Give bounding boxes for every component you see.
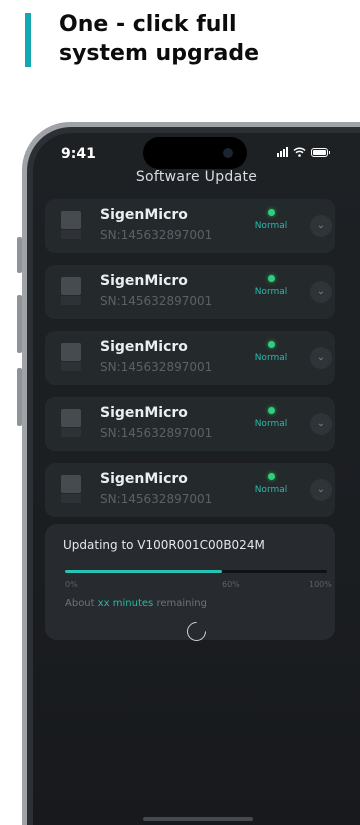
device-name: SigenMicro (100, 207, 188, 223)
phone-screen: 9:41 Software Update SigenMicro SN:14563… (33, 133, 360, 825)
progress-bar (65, 570, 327, 573)
remaining-suffix: remaining (156, 598, 207, 609)
screen-title: Software Update (135, 169, 258, 185)
phone-bezel: 9:41 Software Update SigenMicro SN:14563… (27, 127, 360, 825)
chevron-down-icon[interactable]: ⌄ (310, 479, 332, 501)
status-dot-icon (267, 407, 275, 414)
camera-icon (223, 148, 233, 158)
status-time: 9:41 (61, 146, 96, 162)
device-icon (61, 475, 81, 503)
wifi-icon (293, 147, 306, 157)
status-indicator: Normal (251, 209, 291, 231)
device-name: SigenMicro (100, 339, 188, 355)
progress-label-current: 60% (222, 580, 240, 589)
progress-label-end: 100% (309, 580, 332, 589)
device-name: SigenMicro (100, 405, 188, 421)
remaining-duration: xx minutes (97, 598, 154, 609)
status-dot-icon (267, 341, 275, 348)
update-version-text: Updating to V100R001C00B024M (63, 538, 265, 552)
time-remaining: About xx minutes remaining (65, 598, 207, 609)
device-card[interactable]: SigenMicro SN:145632897001 Normal ⌄ (45, 331, 335, 385)
device-serial: SN:145632897001 (100, 426, 213, 440)
accent-bar (25, 13, 31, 67)
device-name: SigenMicro (100, 273, 188, 289)
home-indicator (143, 817, 253, 821)
progress-label-start: 0% (65, 580, 78, 589)
device-card[interactable]: SigenMicro SN:145632897001 Normal ⌄ (45, 397, 335, 451)
device-card[interactable]: SigenMicro SN:145632897001 Normal ⌄ (45, 199, 335, 253)
chevron-down-icon[interactable]: ⌄ (310, 281, 332, 303)
status-indicator: Normal (251, 341, 291, 363)
device-icon (61, 409, 81, 437)
battery-icon (311, 147, 330, 157)
chevron-down-icon[interactable]: ⌄ (310, 215, 332, 237)
status-dot-icon (267, 275, 275, 282)
status-label: Normal (254, 485, 288, 495)
loading-spinner-icon (183, 618, 210, 645)
status-dot-icon (267, 473, 275, 480)
status-dot-icon (267, 209, 275, 216)
phone-frame: 9:41 Software Update SigenMicro SN:14563… (22, 122, 360, 825)
status-indicator: Normal (251, 275, 291, 297)
status-icons (277, 147, 330, 157)
status-label: Normal (254, 287, 288, 297)
device-serial: SN:145632897001 (100, 492, 213, 506)
device-icon (61, 211, 81, 239)
device-serial: SN:145632897001 (100, 360, 213, 374)
status-label: Normal (254, 419, 288, 429)
device-name: SigenMicro (100, 471, 188, 487)
device-serial: SN:145632897001 (100, 228, 213, 242)
status-indicator: Normal (251, 473, 291, 495)
dynamic-island (143, 137, 247, 169)
device-list: SigenMicro SN:145632897001 Normal ⌄ Sige… (45, 199, 335, 529)
update-panel: Updating to V100R001C00B024M 0% 60% 100%… (45, 524, 335, 645)
signal-icon (277, 147, 288, 157)
remaining-prefix: About (65, 598, 95, 609)
progress-fill (65, 570, 223, 573)
device-serial: SN:145632897001 (100, 294, 213, 308)
chevron-down-icon[interactable]: ⌄ (310, 413, 332, 435)
chevron-down-icon[interactable]: ⌄ (310, 347, 332, 369)
device-card[interactable]: SigenMicro SN:145632897001 Normal ⌄ (45, 265, 335, 319)
device-icon (61, 277, 81, 305)
status-label: Normal (254, 353, 288, 363)
status-label: Normal (254, 221, 288, 231)
device-icon (61, 343, 81, 371)
headline-title: One - click full system upgrade (59, 12, 260, 66)
device-card[interactable]: SigenMicro SN:145632897001 Normal ⌄ (45, 463, 335, 517)
status-indicator: Normal (251, 407, 291, 429)
